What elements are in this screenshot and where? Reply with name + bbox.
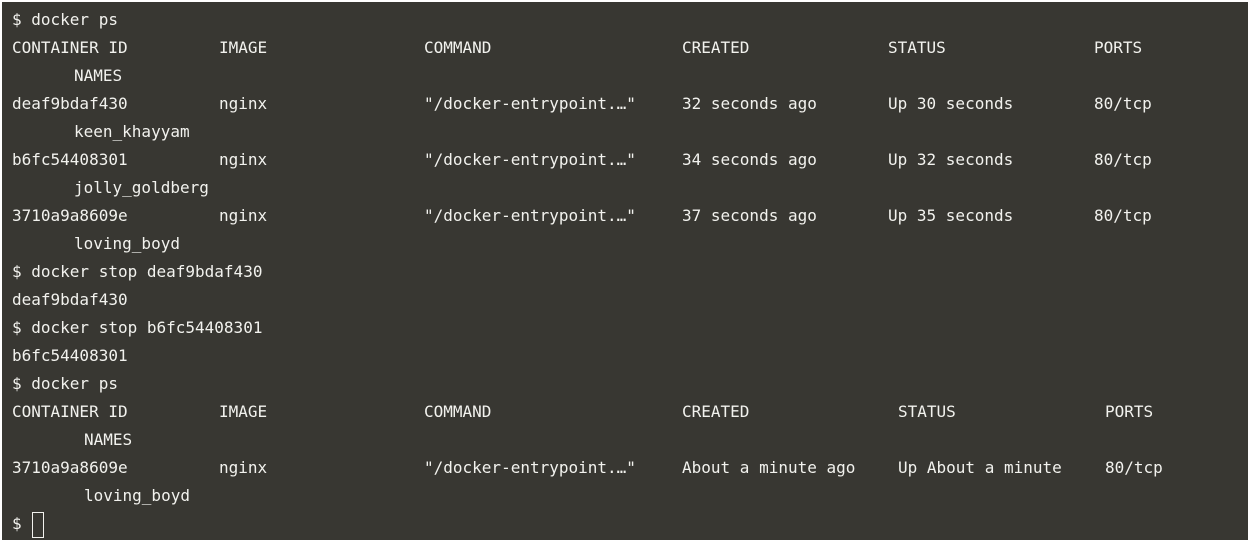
terminal-window[interactable]: $ docker ps CONTAINER ID IMAGE COMMAND CREAT… [2,2,1248,540]
command-output: b6fc54408301 [12,342,1248,370]
output-text: b6fc54408301 [12,346,128,365]
command-output: deaf9bdaf430 [12,286,1248,314]
cell-names: jolly_goldberg [74,178,209,197]
cell-names: NAMES [74,66,123,85]
cell-image: nginx [219,150,268,169]
cell-created: CREATED [682,38,750,57]
cell-command: "/docker-entrypoint.…" [424,206,636,225]
command-line: $ docker ps [12,370,1248,398]
prompt-line: $ [12,510,1248,538]
table-row-names: NAMES [12,426,1248,454]
table-row: 3710a9a8609e nginx "/docker-entrypoint.…" 3… [12,202,1248,230]
cell-command: COMMAND [424,38,492,57]
cell-container-id: b6fc54408301 [12,150,128,169]
table-row-names: keen_khayyam [12,118,1248,146]
cell-command: "/docker-entrypoint.…" [424,150,636,169]
cell-container-id: CONTAINER ID [12,402,128,421]
cell-container-id: 3710a9a8609e [12,206,128,225]
cell-image: nginx [219,458,268,477]
cell-image: IMAGE [219,402,268,421]
command-line: $ docker ps [12,6,1248,34]
table-row: deaf9bdaf430 nginx "/docker-entrypoint.…" 3… [12,90,1248,118]
cell-image: nginx [219,94,268,113]
cell-status: STATUS [888,38,946,57]
command-text: $ docker ps [12,374,118,393]
cell-created: 32 seconds ago [682,94,817,113]
cell-ports: 80/tcp [1094,206,1152,225]
cell-names: loving_boyd [84,486,190,505]
table-row-names: loving_boyd [12,482,1248,510]
cell-status: Up About a minute [898,458,1062,477]
table-row-names: jolly_goldberg [12,174,1248,202]
cell-container-id: CONTAINER ID [12,38,128,57]
cell-ports: PORTS [1094,38,1143,57]
cell-status: Up 30 seconds [888,94,1014,113]
cell-command: "/docker-entrypoint.…" [424,458,636,477]
cell-image: IMAGE [219,38,268,57]
table-row: 3710a9a8609e nginx "/docker-entrypoint.…" A… [12,454,1248,482]
cell-created: CREATED [682,402,750,421]
cell-command: "/docker-entrypoint.…" [424,94,636,113]
cell-image: nginx [219,206,268,225]
table-row: CONTAINER ID IMAGE COMMAND CREATED STATUS POR… [12,398,1248,426]
cell-ports: 80/tcp [1094,150,1152,169]
cell-command: COMMAND [424,402,492,421]
cell-names: keen_khayyam [74,122,190,141]
command-line: $ docker stop b6fc54408301 [12,314,1248,342]
cell-container-id: deaf9bdaf430 [12,94,128,113]
cell-ports: 80/tcp [1094,94,1152,113]
cell-names: loving_boyd [74,234,180,253]
terminal-output: $ docker ps CONTAINER ID IMAGE COMMAND CREAT… [12,6,1248,538]
cell-ports: 80/tcp [1105,458,1163,477]
prompt-symbol: $ [12,514,22,533]
table-row-names: NAMES [12,62,1248,90]
cell-container-id: 3710a9a8609e [12,458,128,477]
text-cursor[interactable] [32,512,44,538]
cell-status: Up 32 seconds [888,150,1014,169]
cell-names: NAMES [84,430,133,449]
command-text: $ docker stop b6fc54408301 [12,318,263,337]
output-text: deaf9bdaf430 [12,290,128,309]
command-text: $ docker stop deaf9bdaf430 [12,262,263,281]
command-text: $ docker ps [12,10,118,29]
table-row: CONTAINER ID IMAGE COMMAND CREATED STATUS POR… [12,34,1248,62]
cell-created: 34 seconds ago [682,150,817,169]
table-row: b6fc54408301 nginx "/docker-entrypoint.…" 3… [12,146,1248,174]
cell-status: Up 35 seconds [888,206,1014,225]
cell-created: About a minute ago [682,458,856,477]
cell-status: STATUS [898,402,956,421]
cell-ports: PORTS [1105,402,1154,421]
cell-created: 37 seconds ago [682,206,817,225]
table-row-names: loving_boyd [12,230,1248,258]
command-line: $ docker stop deaf9bdaf430 [12,258,1248,286]
